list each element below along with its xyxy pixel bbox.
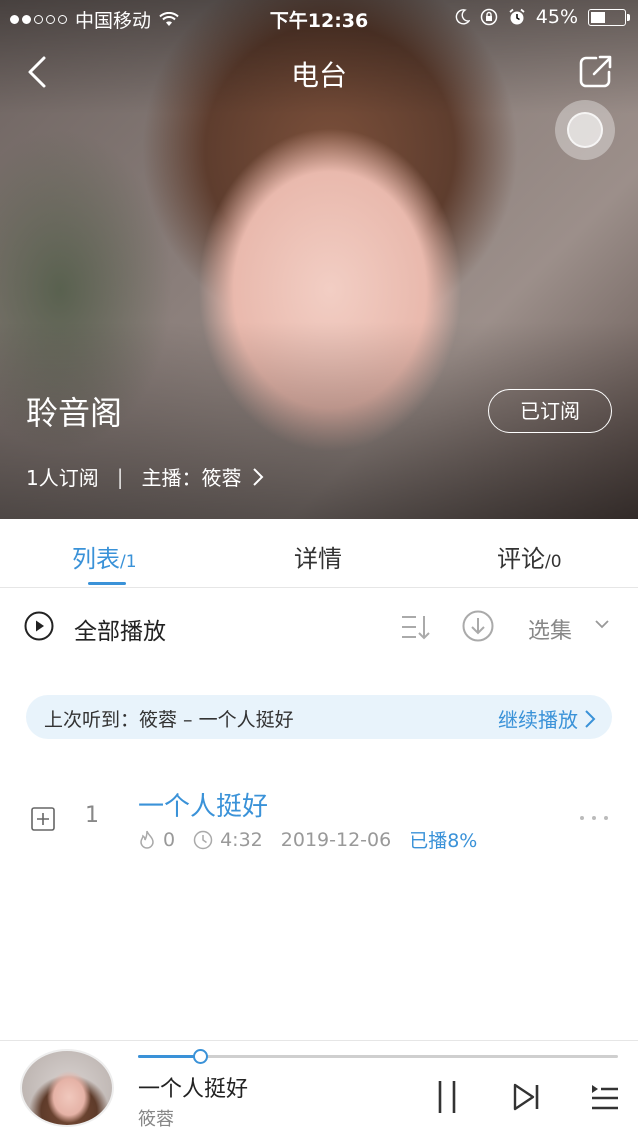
track-info: 0 4:32 2019-12-06 已播8% xyxy=(138,826,495,853)
track-title[interactable]: 一个人挺好 xyxy=(138,786,268,823)
chevron-right-icon xyxy=(253,467,264,486)
tab-details[interactable]: 详情 xyxy=(294,539,342,574)
status-bar: 中国移动 下午12:36 45% xyxy=(0,0,638,36)
play-count: 0 xyxy=(163,828,176,851)
player-artwork[interactable] xyxy=(20,1049,114,1127)
list-toolbar: 全部播放 选集 xyxy=(0,600,638,656)
radio-name: 聆音阁 xyxy=(26,394,123,432)
flame-icon xyxy=(140,830,154,849)
progress-knob[interactable] xyxy=(193,1049,209,1064)
tab-list-count: /1 xyxy=(120,552,137,572)
play-all-button[interactable]: 全部播放 xyxy=(74,612,166,646)
mini-player[interactable]: 一个人挺好 筱蓉 xyxy=(0,1040,638,1137)
continue-play-button[interactable]: 继续播放 xyxy=(498,704,596,733)
rotation-lock-icon xyxy=(480,8,498,26)
assistive-touch-button[interactable] xyxy=(555,100,615,160)
resume-banner[interactable]: 上次听到：筱蓉 – 一个人挺好 继续播放 xyxy=(26,695,612,739)
battery-percent: 45% xyxy=(535,6,578,28)
chevron-down-icon[interactable] xyxy=(594,618,610,630)
played-percent: 已播8% xyxy=(409,830,478,852)
continue-play-label: 继续播放 xyxy=(498,708,578,732)
next-track-icon[interactable] xyxy=(510,1081,542,1113)
select-episodes-button[interactable]: 选集 xyxy=(528,613,572,645)
tab-list[interactable]: 列表/1 xyxy=(72,539,137,574)
meta-divider: | xyxy=(116,464,124,489)
chevron-right-icon xyxy=(585,709,596,728)
tab-comments-count: /0 xyxy=(545,552,562,572)
tab-bar: 列表/1 详情 评论/0 xyxy=(0,519,638,588)
play-circle-icon[interactable] xyxy=(24,611,54,641)
subscribed-button[interactable]: 已订阅 xyxy=(488,389,612,433)
tab-details-label: 详情 xyxy=(294,545,342,573)
pause-icon[interactable] xyxy=(432,1079,462,1115)
subscriber-count: 1人订阅 xyxy=(26,466,99,490)
track-date: 2019-12-06 xyxy=(280,828,392,851)
share-icon[interactable] xyxy=(576,52,616,92)
more-icon[interactable] xyxy=(578,814,610,822)
progress-fill xyxy=(138,1055,201,1058)
tab-list-label: 列表 xyxy=(72,545,120,573)
download-icon[interactable] xyxy=(462,610,494,642)
track-row[interactable]: 1 一个人挺好 0 4:32 2019-12-06 已播8% xyxy=(0,770,638,870)
host-link[interactable]: 主播：筱蓉 xyxy=(141,462,265,491)
player-artist: 筱蓉 xyxy=(138,1109,174,1130)
tab-comments[interactable]: 评论/0 xyxy=(497,539,562,574)
active-tab-indicator xyxy=(88,582,126,585)
player-song-title: 一个人挺好 xyxy=(138,1077,249,1102)
tab-comments-label: 评论 xyxy=(497,545,545,573)
track-duration: 4:32 xyxy=(220,828,263,851)
sort-icon[interactable] xyxy=(400,612,432,642)
moon-icon xyxy=(455,9,470,25)
playlist-icon[interactable] xyxy=(588,1081,620,1113)
alarm-icon xyxy=(509,8,525,25)
track-index: 1 xyxy=(85,803,99,828)
clock-icon xyxy=(193,830,213,849)
progress-bar[interactable] xyxy=(138,1049,618,1064)
host-label: 主播：筱蓉 xyxy=(141,466,242,490)
battery-icon xyxy=(588,8,630,26)
add-to-playlist-icon[interactable] xyxy=(31,807,55,831)
radio-meta: 1人订阅 | 主播：筱蓉 xyxy=(26,462,265,491)
nav-bar: 电台 xyxy=(0,48,638,96)
page-title: 电台 xyxy=(290,59,347,92)
last-played-label: 上次听到：筱蓉 – 一个人挺好 xyxy=(44,709,294,731)
